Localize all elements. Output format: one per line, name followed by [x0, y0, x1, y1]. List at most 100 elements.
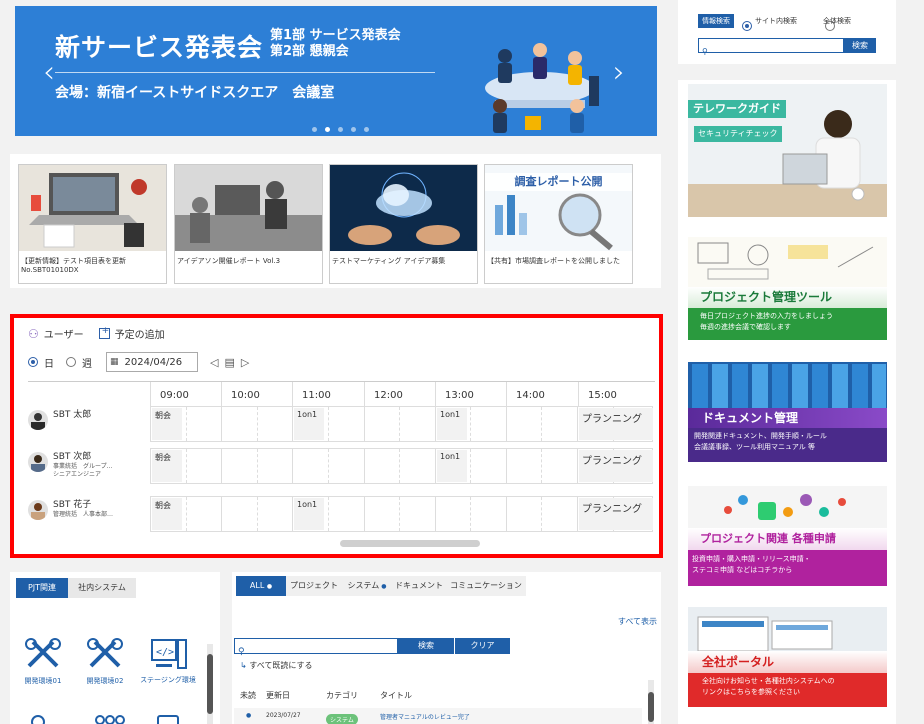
- news-card[interactable]: 調査レポート公開 【共有】市場調査レポートを公開しました: [484, 164, 633, 284]
- col-date: 更新日: [266, 691, 290, 700]
- promo-title: テレワークガイド: [688, 100, 786, 118]
- vertical-scrollbar[interactable]: [207, 644, 213, 724]
- tab-communication[interactable]: コミュニケーション: [446, 576, 526, 596]
- event-1on1[interactable]: 1on1: [437, 408, 467, 440]
- event-1on1[interactable]: 1on1: [294, 498, 324, 530]
- carousel-dot[interactable]: [312, 127, 317, 132]
- carousel-dot[interactable]: [364, 127, 369, 132]
- app-tile[interactable]: </> ステージング環境: [140, 636, 196, 684]
- event-morning[interactable]: 朝会: [152, 408, 182, 440]
- week-label: 週: [82, 358, 92, 370]
- person-name: SBT 太郎: [53, 410, 92, 420]
- tab-all[interactable]: ALL ●: [236, 576, 286, 596]
- day-radio[interactable]: [28, 357, 38, 367]
- app-label: 開発環境01: [24, 677, 62, 685]
- news-card[interactable]: テストマーケティング アイデア募集: [329, 164, 478, 284]
- news-card[interactable]: 【更新情報】テスト項目表を更新 No.SBT01010DX: [18, 164, 167, 284]
- tools-icon: [25, 638, 61, 668]
- avatar: [28, 452, 48, 472]
- week-radio[interactable]: [66, 357, 76, 367]
- site-search-radio[interactable]: [742, 21, 752, 31]
- search-button[interactable]: 検索: [398, 638, 454, 654]
- promo-subtitle: セキュリティチェック: [694, 126, 782, 142]
- news-card[interactable]: アイデアソン開催レポート Vol.3: [174, 164, 323, 284]
- date-picker[interactable]: ▦ 2024/04/26: [106, 352, 198, 372]
- prev-day-icon[interactable]: ◁: [210, 356, 218, 369]
- company-portal-banner[interactable]: 全社ポータル 全社向けお知らせ・各種社内システムへの リンクはこちらを参照くださ…: [688, 607, 887, 707]
- carousel-dot[interactable]: [351, 127, 356, 132]
- tab-system[interactable]: システム ●: [342, 576, 392, 596]
- news-cards: 【更新情報】テスト項目表を更新 No.SBT01010DX アイデアソン開催レポ…: [10, 154, 661, 288]
- tab-internal-system[interactable]: 社内システム: [68, 578, 136, 598]
- date-value: 2024/04/26: [124, 356, 183, 368]
- mark-all-read[interactable]: ↳ すべて既読にする: [240, 660, 312, 671]
- calendar-add-icon[interactable]: +: [98, 326, 110, 339]
- all-search-label: 全体検索: [823, 17, 851, 25]
- carousel-dots[interactable]: [312, 127, 369, 132]
- event-morning[interactable]: 朝会: [152, 498, 182, 530]
- site-search-button[interactable]: 検索: [844, 38, 876, 53]
- person-row-label[interactable]: SBT 太郎: [28, 410, 91, 430]
- carousel-dot[interactable]: [338, 127, 343, 132]
- event-1on1[interactable]: 1on1: [294, 408, 324, 440]
- show-all-link[interactable]: すべて表示: [618, 616, 657, 627]
- tab-pjt[interactable]: PJT関連: [16, 578, 68, 598]
- vertical-scrollbar[interactable]: [648, 680, 654, 724]
- event-planning[interactable]: プランニング: [579, 450, 653, 482]
- person-row-label[interactable]: SBT 次郎 事業統括 グループ… シニアエンジニア: [28, 452, 113, 479]
- card-caption: テストマーケティング アイデア募集: [332, 257, 446, 265]
- mark-all-read-label: すべて既読にする: [249, 661, 313, 670]
- carousel-dot-active[interactable]: [325, 127, 330, 132]
- notice-search-input[interactable]: ⚲: [234, 638, 398, 657]
- event-1on1[interactable]: 1on1: [437, 450, 467, 482]
- event-planning[interactable]: プランニング: [579, 498, 653, 530]
- promo-desc-line: 会議議事録、ツール利用マニュアル 等: [694, 443, 816, 451]
- site-search-input[interactable]: ⚲: [698, 38, 844, 56]
- tab-document[interactable]: ドキュメント: [392, 576, 446, 596]
- card-caption: アイデアソン開催レポート Vol.3: [177, 257, 281, 265]
- event-planning[interactable]: プランニング: [579, 408, 653, 440]
- horizontal-scrollbar[interactable]: [340, 540, 480, 547]
- meeting-illustration: [485, 43, 599, 133]
- project-tool-banner[interactable]: プロジェクト管理ツール 毎日プロジェクト進捗の入力をしましょう 毎週の進捗会議で…: [688, 237, 887, 340]
- clear-button[interactable]: クリア: [454, 638, 510, 654]
- col-unread: 未読: [240, 691, 256, 700]
- schedule-row[interactable]: 朝会 1on1 プランニング: [150, 496, 653, 532]
- promo-title: 全社ポータル: [688, 651, 887, 673]
- promo-desc-line: ステコミ申請 などはコチラから: [692, 566, 793, 574]
- card-overlay-title: 調査レポート公開: [485, 173, 632, 191]
- event-morning[interactable]: 朝会: [152, 450, 182, 482]
- table-row[interactable]: ● 2023/07/27 システム 管理者マニュアルのレビュー完了: [234, 708, 642, 724]
- schedule-row[interactable]: 朝会 1on1 プランニング: [150, 448, 653, 484]
- next-day-icon[interactable]: ▷: [241, 356, 249, 369]
- app-tile[interactable]: 開発環境01: [18, 636, 68, 686]
- person-dept: 管理統括 人事本部…: [53, 511, 114, 518]
- banner-sub2: 第2部 懇親会: [270, 44, 349, 59]
- today-icon[interactable]: ▤: [224, 356, 234, 369]
- document-management-banner[interactable]: ドキュメント管理 開発関連ドキュメント、開発手順・ルール 会議議事録、ツール利用…: [688, 362, 887, 462]
- users-button[interactable]: ユーザー: [44, 326, 84, 341]
- search-icon: ⚲: [702, 47, 708, 56]
- row-title-link[interactable]: 管理者マニュアルのレビュー完了: [380, 712, 470, 721]
- person-name: SBT 次郎: [53, 452, 92, 462]
- tab-system-label: システム: [347, 581, 380, 590]
- schedule-panel: ⚇ ユーザー + 予定の追加 日 週 ▦ 2024/04/26 ◁ ▤ ▷ 09…: [10, 314, 663, 558]
- banner-title: 新サービス発表会: [55, 33, 264, 62]
- calendar-icon: ▦: [110, 357, 119, 367]
- banner-subtitle: 第1部 サービス発表会 第2部 懇親会: [270, 28, 401, 60]
- app-tile[interactable]: 開発環境02: [80, 636, 130, 686]
- users-icon[interactable]: ⚇: [28, 327, 39, 341]
- carousel-prev-icon[interactable]: ‹: [43, 58, 55, 88]
- notice-panel: ALL ● プロジェクト システム ● ドキュメント コミュニケーション すべて…: [232, 572, 661, 724]
- hero-banner[interactable]: 新サービス発表会 第1部 サービス発表会 第2部 懇親会 会場：新宿イーストサイ…: [15, 6, 657, 136]
- row-date: 2023/07/27: [266, 712, 301, 719]
- telework-guide-banner[interactable]: テレワークガイド セキュリティチェック: [688, 84, 887, 217]
- project-application-banner[interactable]: プロジェクト関連 各種申請 投資申請・購入申請・リリース申請・ ステコミ申請 な…: [688, 486, 887, 586]
- header-gridlines: [150, 382, 655, 406]
- person-title: シニアエンジニア: [53, 471, 102, 478]
- col-title: タイトル: [380, 691, 412, 700]
- person-row-label[interactable]: SBT 花子 管理統括 人事本部…: [28, 500, 113, 520]
- schedule-row[interactable]: 朝会 1on1 1on1 プランニング: [150, 406, 653, 442]
- tab-project[interactable]: プロジェクト: [286, 576, 342, 596]
- add-schedule-button[interactable]: 予定の追加: [115, 326, 165, 341]
